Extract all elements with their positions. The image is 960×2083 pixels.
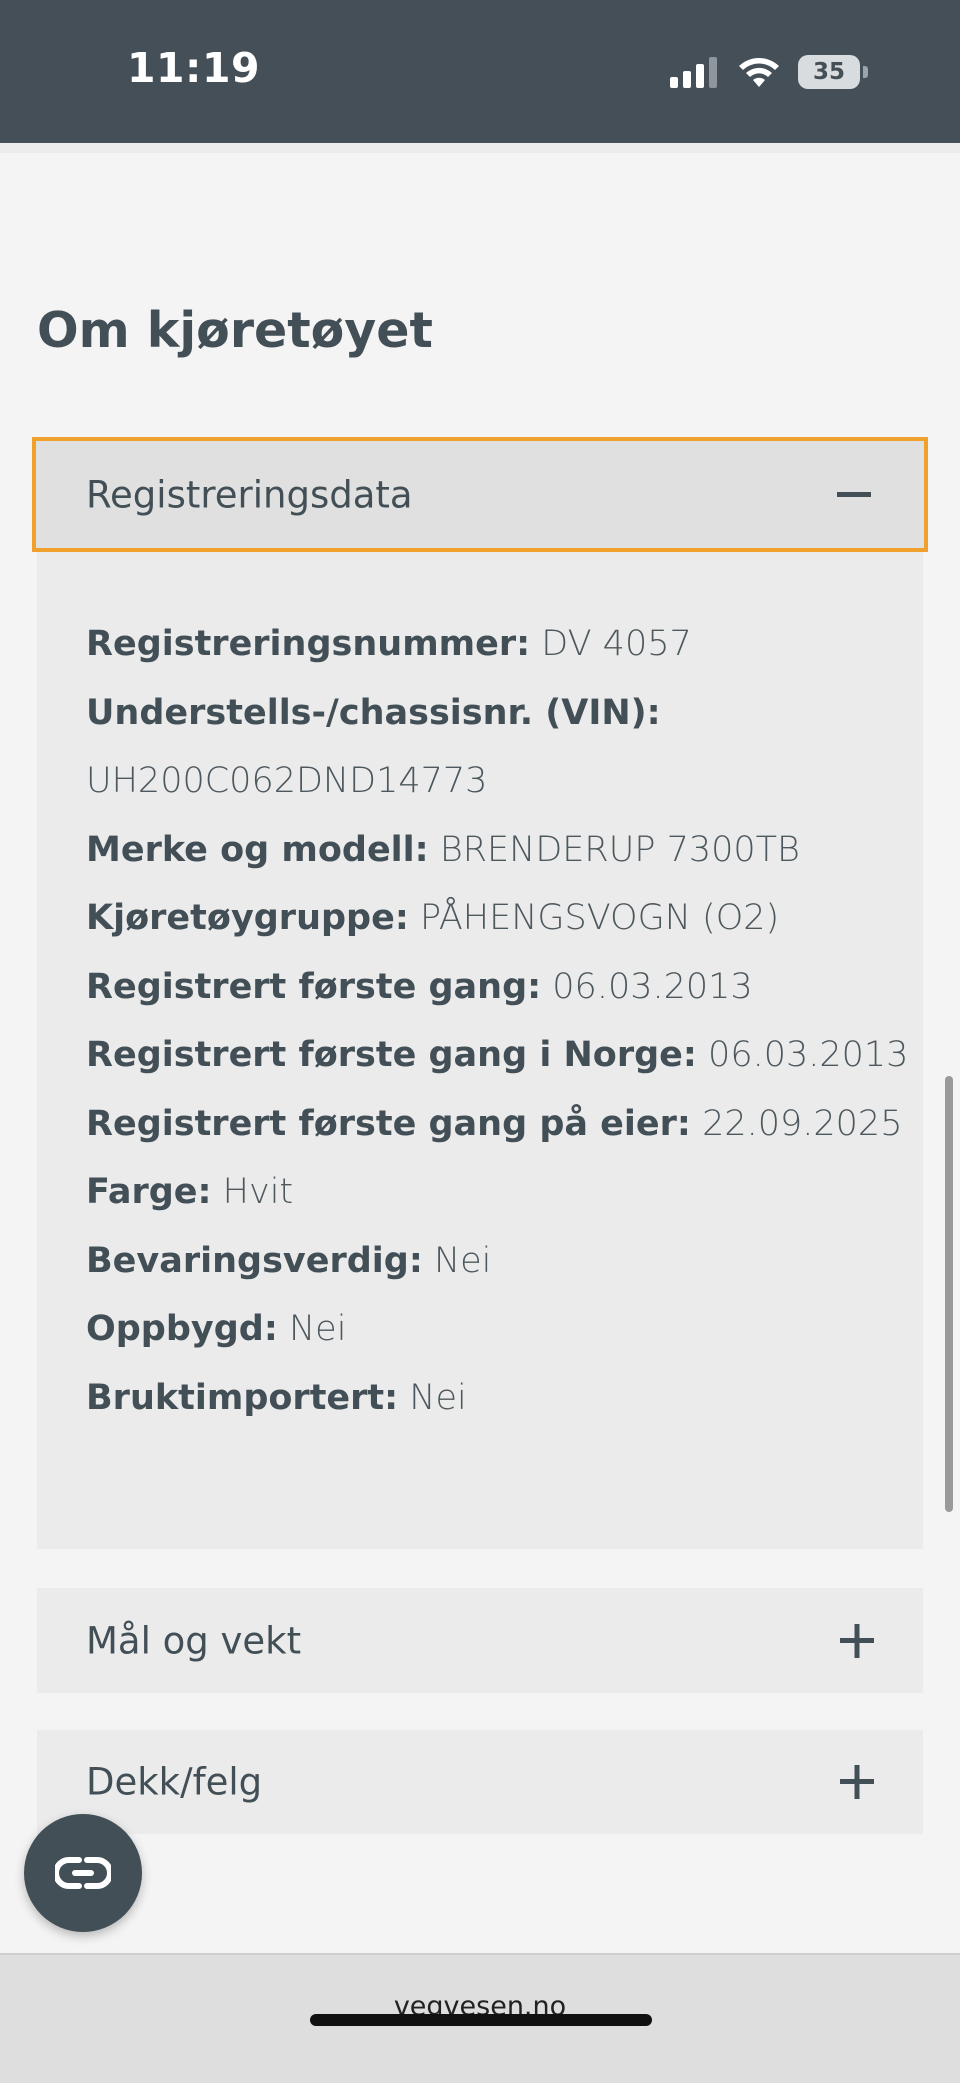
home-indicator (310, 2014, 652, 2026)
detail-registrert-i-norge: Registrert første gang i Norge: 06.03.20… (86, 1021, 908, 1090)
detail-bevaringsverdig: Bevaringsverdig: Nei (86, 1227, 908, 1296)
detail-value: 06.03.2013 (708, 1035, 909, 1075)
detail-value: BRENDERUP 7300TB (439, 829, 800, 870)
detail-label: Kjøretøygruppe: (86, 898, 409, 938)
accordion-header-dekk-felg[interactable]: Dekk/felg (37, 1730, 923, 1834)
detail-label: Registreringsnummer: (86, 624, 531, 664)
accordion-title: Mål og vekt (86, 1619, 302, 1662)
detail-label: Bevaringsverdig: (86, 1240, 423, 1281)
detail-registreringsnummer: Registreringsnummer: DV 4057 (86, 610, 908, 679)
detail-value: Nei (433, 1240, 492, 1281)
detail-oppbygd: Oppbygd: Nei (86, 1295, 908, 1364)
accordion-title: Registreringsdata (86, 473, 413, 516)
link-fab-button[interactable] (24, 1814, 142, 1932)
wifi-icon (739, 58, 779, 87)
detail-label: Registrert første gang: (86, 966, 542, 1007)
detail-bruktimportert: Bruktimportert: Nei (86, 1364, 908, 1433)
detail-vin-label: Understells-/chassisnr. (VIN): (86, 679, 908, 748)
detail-farge: Farge: Hvit (86, 1158, 908, 1227)
detail-label: Oppbygd: (86, 1309, 278, 1349)
accordion-title: Dekk/felg (86, 1760, 263, 1804)
detail-registrert-forste-gang: Registrert første gang: 06.03.2013 (86, 953, 908, 1022)
detail-value: PÅHENGSVOGN (O2) (419, 898, 780, 938)
detail-label: Understells-/chassisnr. (VIN): (86, 692, 661, 733)
detail-value: Hvit (222, 1172, 294, 1212)
detail-label: Bruktimportert: (86, 1377, 399, 1418)
detail-merke-modell: Merke og modell: BRENDERUP 7300TB (86, 816, 908, 885)
minus-icon (837, 491, 871, 497)
detail-value: DV 4057 (541, 624, 692, 664)
detail-vin-value: UH200C062DND14773 (86, 747, 908, 816)
detail-label: Merke og modell: (86, 829, 429, 870)
status-bar: 11:19 35 (0, 0, 960, 143)
link-icon (55, 1857, 111, 1889)
accordion-header-mal-og-vekt[interactable]: Mål og vekt (37, 1588, 923, 1693)
accordion-dekk-felg: Dekk/felg (37, 1730, 923, 1834)
top-divider (0, 143, 960, 153)
detail-value: 22.09.2025 (702, 1103, 903, 1144)
signal-icon (670, 57, 717, 88)
detail-value: Nei (409, 1377, 467, 1418)
detail-kjoretoygruppe: Kjøretøygruppe: PÅHENGSVOGN (O2) (86, 884, 908, 953)
scrollbar[interactable] (945, 1076, 953, 1512)
detail-value: UH200C062DND14773 (86, 761, 488, 801)
accordion-header-registreringsdata[interactable]: Registreringsdata (32, 437, 928, 552)
plus-icon (840, 1765, 874, 1799)
detail-value: 06.03.2013 (552, 966, 753, 1007)
status-time: 11:19 (127, 44, 261, 92)
detail-registrert-pa-eier: Registrert første gang på eier: 22.09.20… (86, 1090, 908, 1159)
registration-details-list: Registreringsnummer: DV 4057 Understells… (86, 610, 908, 1432)
accordion-registreringsdata: Registreringsdata Registreringsnummer: D… (32, 437, 928, 1549)
detail-label: Registrert første gang i Norge: (86, 1035, 697, 1075)
page-title: Om kjøretøyet (37, 302, 433, 359)
detail-label: Registrert første gang på eier: (86, 1103, 691, 1144)
battery-icon: 35 (798, 55, 860, 89)
plus-icon (840, 1623, 874, 1658)
detail-value: Nei (288, 1309, 347, 1349)
browser-address-bar[interactable]: vegvesen.no (0, 1953, 960, 2083)
battery-tip (863, 66, 868, 78)
accordion-mal-og-vekt: Mål og vekt (37, 1588, 923, 1693)
detail-label: Farge: (86, 1172, 212, 1212)
